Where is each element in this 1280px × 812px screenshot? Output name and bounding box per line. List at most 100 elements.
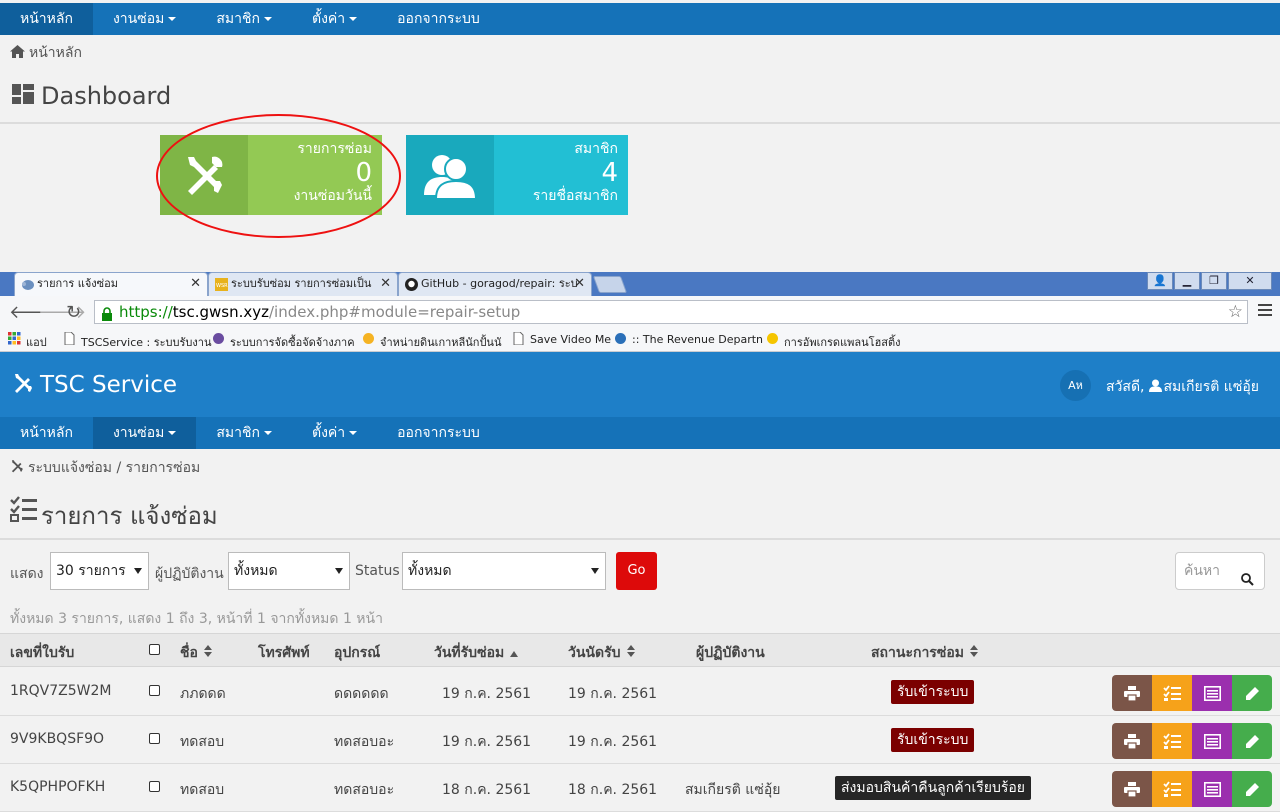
col-status-sortable[interactable]: สถานะการซ่อม xyxy=(871,642,978,664)
close-tab-icon[interactable]: ✕ xyxy=(190,273,201,295)
language-toggle-button[interactable]: Aห xyxy=(1060,370,1091,401)
url-host: tsc.gwsn.xyz xyxy=(172,303,269,321)
nav-item[interactable]: ตั้งค่า xyxy=(292,417,377,449)
edit-button[interactable] xyxy=(1232,675,1272,711)
restore-button[interactable]: ❐ xyxy=(1201,272,1227,290)
search-placeholder: ค้นหา xyxy=(1184,563,1221,579)
status-update-button[interactable] xyxy=(1152,723,1192,759)
bookmark-item[interactable]: จำหน่ายดินเกาหลีนักปั้นนั xyxy=(362,333,501,351)
operator-value: ทั้งหมด xyxy=(234,563,278,579)
nav-item[interactable]: หน้าหลัก xyxy=(0,417,93,449)
reload-icon[interactable]: ↻ xyxy=(66,302,81,323)
detail-button[interactable] xyxy=(1192,723,1232,759)
bookmark-item[interactable]: Save Video Me xyxy=(512,332,612,346)
tools-icon xyxy=(12,372,34,400)
card-text: สมาชิก 4 รายชื่อสมาชิก xyxy=(494,135,628,215)
go-button[interactable]: Go xyxy=(616,552,657,590)
breadcrumb: หน้าหลัก xyxy=(10,42,82,64)
search-icon[interactable] xyxy=(1241,564,1254,600)
row-checkbox[interactable] xyxy=(149,684,160,700)
edit-button[interactable] xyxy=(1232,771,1272,807)
nav-item[interactable]: ตั้งค่า xyxy=(292,3,377,35)
new-tab-button[interactable] xyxy=(592,276,628,293)
detail-button[interactable] xyxy=(1192,771,1232,807)
close-window-button[interactable]: ✕ xyxy=(1228,272,1272,290)
close-tab-icon[interactable]: ✕ xyxy=(574,273,585,295)
window-controls: 👤 ▁ ❐ ✕ xyxy=(1146,272,1272,290)
browser-tab[interactable]: WSR ระบบรับซ่อม รายการซ่อมเป็น ✕ xyxy=(208,272,398,296)
nav-item[interactable]: งานซ่อม xyxy=(92,417,197,449)
table-row[interactable]: 1RQV7Z5W2M ภภดดด ดดดดดด 19 ก.ค. 2561 19 ก.ค.… xyxy=(0,668,1280,716)
wsr-favicon-icon: WSR xyxy=(215,278,228,291)
nav-item[interactable]: สมาชิก xyxy=(196,3,292,35)
operator-select[interactable]: ทั้งหมด xyxy=(228,552,350,590)
minimize-button[interactable]: ▁ xyxy=(1174,272,1200,290)
app-favicon-icon xyxy=(213,333,224,344)
nav-item[interactable]: สมาชิก xyxy=(196,417,292,449)
browser-chrome: รายการ แจ้งซ่อม ✕ WSR ระบบรับซ่อม รายการ… xyxy=(0,272,1280,352)
print-button[interactable] xyxy=(1112,723,1152,759)
page-size-value: 30 รายการ xyxy=(56,563,126,579)
status-update-button[interactable] xyxy=(1152,675,1192,711)
printer-icon xyxy=(1124,781,1140,797)
top-navbar: หน้าหลัก งานซ่อม สมาชิก ตั้งค่า ออกจากระบบ xyxy=(0,3,1280,35)
bookmark-item[interactable]: TSCService : ระบบรับงาน xyxy=(63,332,211,351)
table-row[interactable]: 9V9KBQSF9O ทดสอบ ทดสอบอะ 19 ก.ค. 2561 19 ก.ค… xyxy=(0,716,1280,764)
row-checkbox[interactable] xyxy=(149,732,160,748)
bookmark-label: Save Video Me xyxy=(530,333,612,346)
detail-button[interactable] xyxy=(1192,675,1232,711)
sort-asc-icon xyxy=(510,651,519,657)
nav-item[interactable]: ออกจากระบบ xyxy=(377,417,500,449)
table-row[interactable]: K5QPHPOFKH ทดสอบ ทดสอบอะ 18 ก.ค. 2561 18 ก.ค… xyxy=(0,764,1280,812)
nav-item[interactable]: ออกจากระบบ xyxy=(377,3,500,35)
browser-tab[interactable]: GitHub - goragod/repair: ระบ ✕ xyxy=(398,272,592,296)
col-received-sortable[interactable]: วันที่รับซ่อม xyxy=(434,642,519,664)
dropdown-arrow-icon xyxy=(134,568,142,574)
page-icon xyxy=(64,332,75,345)
nav-item[interactable]: หน้าหลัก xyxy=(0,3,93,35)
status-value: ทั้งหมด xyxy=(408,563,452,579)
caret-down-icon xyxy=(263,431,272,435)
select-all-checkbox[interactable] xyxy=(149,643,160,659)
bookmark-item[interactable]: ระบบการจัดซื้อจัดจ้างภาค xyxy=(212,333,355,351)
breadcrumb-home-link[interactable]: หน้าหลัก xyxy=(29,45,82,61)
print-button[interactable] xyxy=(1112,771,1152,807)
row-checkbox[interactable] xyxy=(149,780,160,796)
repair-list-app: TSC Service Aห สวัสดี, สมเกียรติ แซ่อุ้ย… xyxy=(0,352,1280,812)
status-select[interactable]: ทั้งหมด xyxy=(402,552,606,590)
browser-tab-active[interactable]: รายการ แจ้งซ่อม ✕ xyxy=(14,272,208,296)
col-name-sortable[interactable]: ชื่อ xyxy=(180,642,212,664)
cell-device: ดดดดดด xyxy=(334,686,389,702)
print-button[interactable] xyxy=(1112,675,1152,711)
tab-title: ระบบรับซ่อม รายการซ่อมเป็น xyxy=(231,277,372,290)
cell-appointment: 19 ก.ค. 2561 xyxy=(568,686,658,702)
brand-logo[interactable]: TSC Service xyxy=(12,372,177,400)
bookmark-star-icon[interactable]: ☆ xyxy=(1228,301,1243,323)
page-title: รายการ แจ้งซ่อม xyxy=(41,502,218,530)
search-input[interactable]: ค้นหา xyxy=(1175,552,1265,590)
edit-button[interactable] xyxy=(1232,723,1272,759)
checklist-icon xyxy=(1163,733,1181,749)
user-profile-icon[interactable]: 👤 xyxy=(1147,272,1173,290)
address-bar[interactable]: https://tsc.gwsn.xyz/index.php#module=re… xyxy=(94,300,1248,324)
status-update-button[interactable] xyxy=(1152,771,1192,807)
elephant-favicon-icon xyxy=(22,280,34,290)
col-device: อุปกรณ์ xyxy=(334,645,381,661)
page-size-select[interactable]: 30 รายการ xyxy=(50,552,149,590)
user-greeting[interactable]: สวัสดี, สมเกียรติ แซ่อุ้ย xyxy=(1106,376,1259,398)
bookmark-item[interactable]: แอป xyxy=(8,332,47,351)
user-name: สมเกียรติ แซ่อุ้ย xyxy=(1163,379,1259,395)
breadcrumb: ระบบแจ้งซ่อม / รายการซ่อม xyxy=(10,457,200,479)
col-appointment-sortable[interactable]: วันนัดรับ xyxy=(568,642,635,664)
bookmark-item[interactable]: :: The Revenue Departn xyxy=(614,333,763,346)
cell-device: ทดสอบอะ xyxy=(334,734,395,750)
browser-menu-icon[interactable] xyxy=(1258,304,1272,319)
breadcrumb-path[interactable]: ระบบแจ้งซ่อม / รายการซ่อม xyxy=(28,460,200,476)
close-tab-icon[interactable]: ✕ xyxy=(380,273,391,295)
nav-item[interactable]: งานซ่อม xyxy=(93,3,196,35)
sort-icon xyxy=(969,645,978,657)
bookmark-item[interactable]: การอัพเกรดแพลนโฮสติ้ง xyxy=(766,333,901,351)
list-detail-icon xyxy=(1203,685,1221,701)
checklist-icon xyxy=(10,496,38,526)
member-stat-card[interactable]: สมาชิก 4 รายชื่อสมาชิก xyxy=(406,135,628,215)
